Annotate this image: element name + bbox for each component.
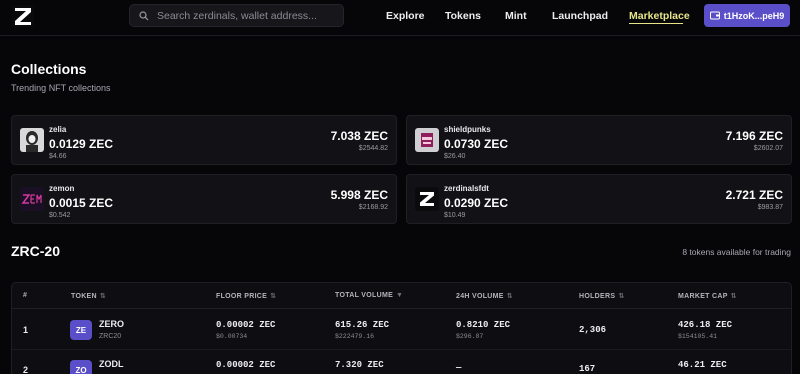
zerdinalsfdt-avatar-icon: [415, 187, 439, 211]
total-volume-usd: $222479.16: [335, 333, 375, 340]
table-row[interactable]: 2 ZO ZODL 0.00002 ZEC 7.320 ZEC — 167 46…: [12, 351, 791, 374]
table-row[interactable]: 1 ZE ZERO ZRC20 0.00002 ZEC $0.00734 615…: [12, 310, 791, 350]
shieldpunks-avatar-icon: [415, 128, 439, 152]
collection-card-zemon[interactable]: zemon 0.0015 ZEC $0.542 5.998 ZEC $2168.…: [11, 174, 397, 224]
collection-floor-price: 0.0129 ZEC: [49, 137, 114, 151]
collection-volume-usd: $983.87: [757, 204, 783, 211]
market-cap: 426.18 ZEC: [678, 320, 733, 330]
token-standard: ZRC20: [99, 333, 122, 340]
volume-24h: —: [456, 363, 462, 373]
nav-tokens[interactable]: Tokens: [445, 10, 481, 22]
nav-mint[interactable]: Mint: [505, 10, 527, 22]
wallet-button[interactable]: t1HzoK...peH9: [704, 4, 790, 27]
collection-volume-usd: $2168.92: [358, 204, 388, 211]
collection-volume: 7.038 ZEC: [330, 129, 388, 143]
row-rank: 2: [23, 365, 29, 374]
collection-volume: 5.998 ZEC: [330, 188, 388, 202]
sort-icon: ⇅: [270, 293, 277, 300]
wallet-address: t1HzoK...peH9: [723, 10, 785, 21]
collection-floor-usd: $10.49: [444, 212, 466, 219]
floor-price-usd: $0.00734: [216, 333, 248, 340]
token-name[interactable]: ZERO: [99, 319, 124, 329]
collection-volume-usd: $2602.07: [753, 145, 783, 152]
holders: 167: [579, 364, 596, 374]
collection-name: zemon: [49, 184, 75, 193]
volume-24h: 0.8210 ZEC: [456, 320, 511, 330]
collections-heading: Collections: [11, 61, 87, 77]
collection-floor-usd: $0.542: [49, 212, 71, 219]
collection-floor-price: 0.0015 ZEC: [49, 196, 114, 210]
nav-launchpad[interactable]: Launchpad: [552, 10, 608, 22]
collection-volume: 2.721 ZEC: [725, 188, 783, 202]
collection-floor-price: 0.0730 ZEC: [444, 137, 509, 151]
column-header-floor-price[interactable]: FLOOR PRICE ⇅: [216, 292, 277, 301]
row-rank: 1: [23, 325, 29, 335]
sort-icon: ⇅: [506, 293, 513, 300]
column-header-total-volume[interactable]: TOTAL VOLUME ▼: [335, 292, 403, 299]
collections-subtitle: Trending NFT collections: [11, 83, 111, 93]
collection-card-zelia[interactable]: zelia 0.0129 ZEC $4.66 7.038 ZEC $2544.8…: [11, 115, 397, 165]
holders: 2,306: [579, 325, 607, 335]
column-header-market-cap[interactable]: MARKET CAP ⇅: [678, 292, 737, 301]
floor-price: 0.00002 ZEC: [216, 360, 276, 370]
collection-name: zerdinalsfdt: [444, 184, 489, 193]
sort-desc-icon: ▼: [396, 292, 404, 299]
active-nav-underline: [629, 23, 683, 24]
token-name[interactable]: ZODL: [99, 359, 124, 369]
zrc20-heading: ZRC-20: [11, 243, 61, 259]
market-cap: 46.21 ZEC: [678, 360, 727, 370]
collection-name: zelia: [49, 125, 67, 134]
sort-icon: ⇅: [99, 293, 107, 300]
zrc20-token-count: 8 tokens available for trading: [682, 247, 791, 257]
column-header-24h-volume[interactable]: 24H VOLUME ⇅: [456, 292, 513, 301]
floor-price: 0.00002 ZEC: [216, 320, 276, 330]
nav-explore[interactable]: Explore: [386, 10, 425, 22]
collection-floor-usd: $4.66: [49, 153, 67, 160]
column-header-holders[interactable]: HOLDERS ⇅: [579, 292, 625, 301]
zelia-avatar-icon: [20, 128, 44, 152]
total-volume: 615.26 ZEC: [335, 320, 390, 330]
collection-floor-usd: $26.40: [444, 153, 466, 160]
nav-marketplace[interactable]: Marketplace: [629, 10, 690, 22]
zemon-avatar-icon: [20, 187, 44, 211]
volume-24h-usd: $296.87: [456, 333, 484, 340]
collection-volume-usd: $2544.82: [358, 145, 388, 152]
token-avatar-icon: ZO: [70, 360, 92, 374]
sort-icon: ⇅: [618, 293, 625, 300]
collection-volume: 7.196 ZEC: [725, 129, 783, 143]
table-header: # TOKEN ⇅ FLOOR PRICE ⇅ TOTAL VOLUME ▼ 24H …: [12, 283, 791, 309]
search-bar[interactable]: [129, 4, 344, 27]
sort-icon: ⇅: [730, 293, 737, 300]
collection-name: shieldpunks: [444, 125, 491, 134]
zrc20-table: # TOKEN ⇅ FLOOR PRICE ⇅ TOTAL VOLUME ▼ 24H …: [11, 282, 792, 374]
column-header-rank: #: [23, 292, 28, 299]
column-header-token[interactable]: TOKEN ⇅: [71, 292, 107, 301]
collection-card-shieldpunks[interactable]: shieldpunks 0.0730 ZEC $26.40 7.196 ZEC …: [406, 115, 792, 165]
search-icon: [139, 10, 149, 20]
collection-card-zerdinalsfdt[interactable]: zerdinalsfdt 0.0290 ZEC $10.49 2.721 ZEC…: [406, 174, 792, 224]
search-input[interactable]: [157, 9, 337, 22]
token-avatar-icon: ZE: [70, 320, 92, 340]
zerdinals-z-logo-icon[interactable]: [12, 5, 34, 27]
total-volume: 7.320 ZEC: [335, 360, 384, 370]
wallet-icon: [709, 11, 720, 20]
collection-floor-price: 0.0290 ZEC: [444, 196, 509, 210]
top-navigation-bar: Explore Tokens Mint Launchpad Marketplac…: [0, 0, 800, 36]
market-cap-usd: $154105.41: [678, 333, 718, 340]
